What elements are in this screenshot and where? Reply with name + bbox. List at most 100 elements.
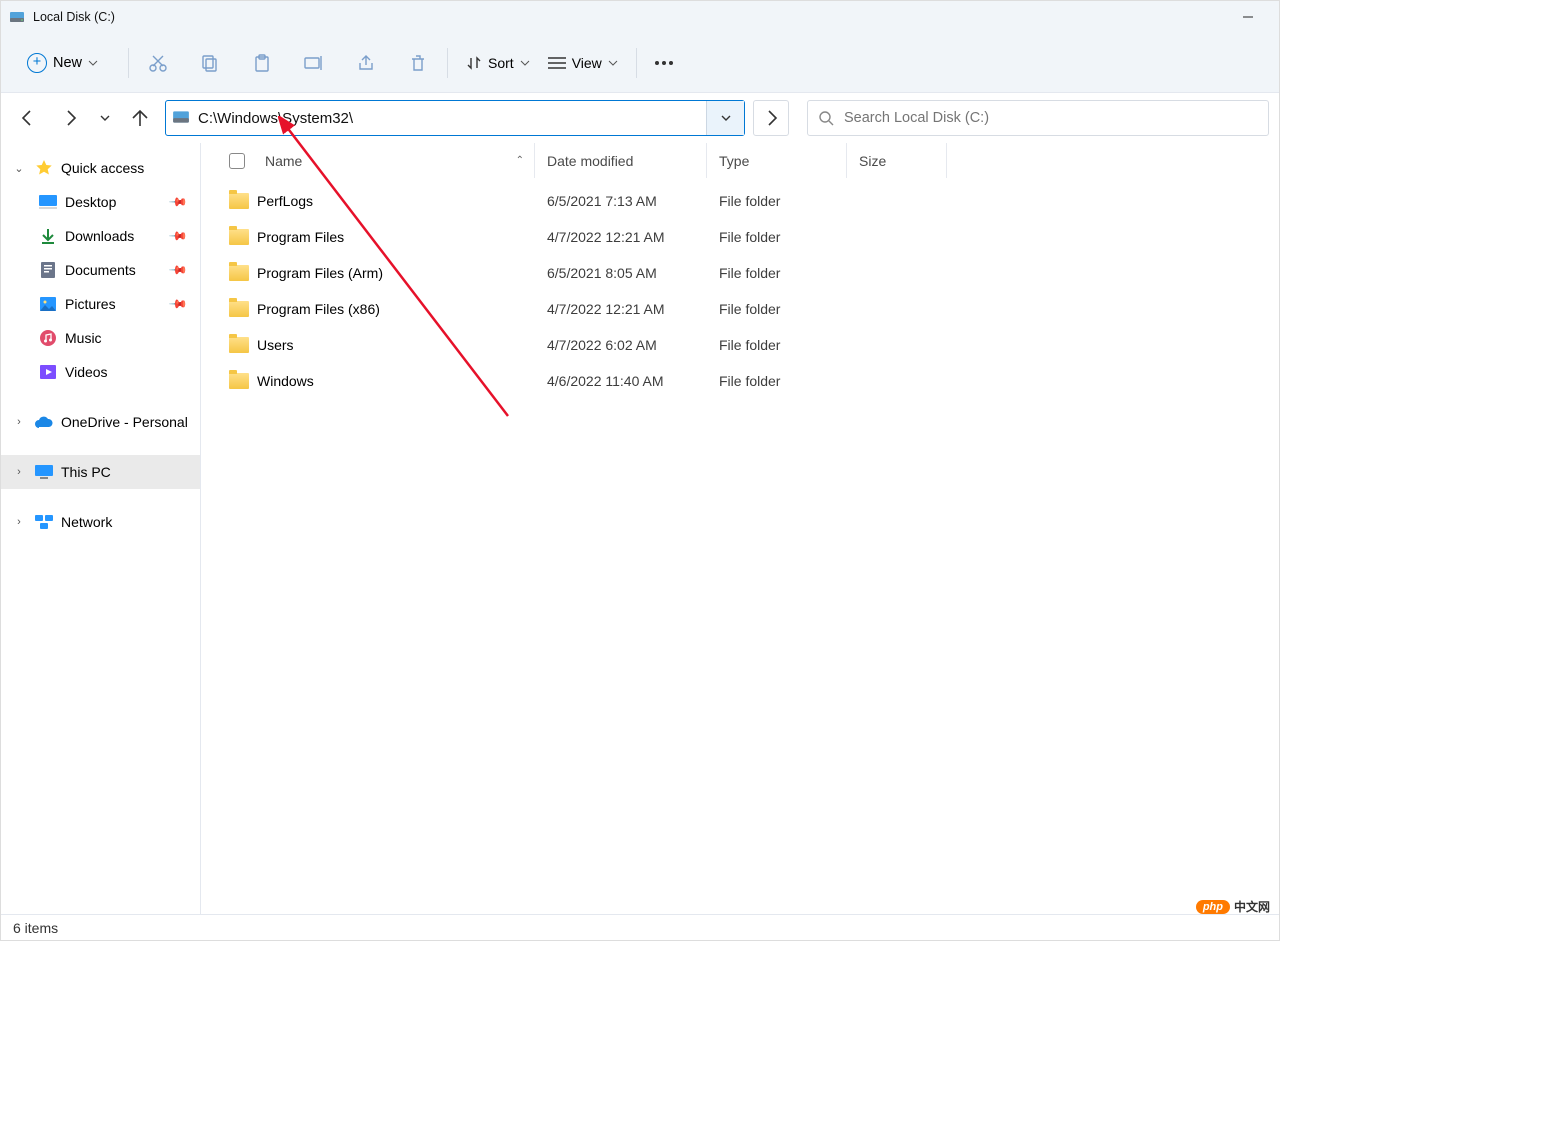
view-label: View bbox=[572, 55, 602, 71]
sidebar: ⌄ Quick access Desktop 📌 Downloads 📌 Doc… bbox=[1, 143, 201, 914]
sort-button[interactable]: Sort bbox=[466, 55, 530, 71]
view-button[interactable]: View bbox=[548, 55, 618, 71]
file-row[interactable]: Windows 4/6/2022 11:40 AM File folder bbox=[201, 363, 1279, 399]
file-row[interactable]: PerfLogs 6/5/2021 7:13 AM File folder bbox=[201, 183, 1279, 219]
go-button[interactable] bbox=[753, 100, 789, 136]
sidebar-item-videos[interactable]: Videos bbox=[1, 355, 200, 389]
file-name: PerfLogs bbox=[257, 193, 313, 209]
forward-button[interactable] bbox=[53, 101, 87, 135]
chevron-right-icon: › bbox=[11, 466, 27, 478]
search-icon bbox=[818, 110, 834, 126]
file-date: 6/5/2021 8:05 AM bbox=[535, 265, 707, 281]
toolbar-icons bbox=[147, 52, 429, 74]
sort-asc-icon: ⌃ bbox=[516, 155, 524, 166]
sidebar-item-label: OneDrive - Personal bbox=[61, 414, 188, 430]
file-type: File folder bbox=[707, 373, 847, 389]
title-bar[interactable]: Local Disk (C:) bbox=[1, 1, 1279, 33]
sidebar-item-label: Videos bbox=[65, 364, 108, 380]
folder-icon bbox=[229, 301, 249, 317]
sidebar-item-label: Network bbox=[61, 514, 112, 530]
pin-icon: 📌 bbox=[168, 226, 188, 246]
cloud-icon bbox=[35, 413, 53, 431]
chevron-down-icon bbox=[88, 58, 98, 68]
sidebar-item-this-pc[interactable]: › This PC bbox=[1, 455, 200, 489]
file-type: File folder bbox=[707, 193, 847, 209]
column-size[interactable]: Size bbox=[847, 143, 947, 178]
pc-icon bbox=[35, 463, 53, 481]
column-headers: Name ⌃ Date modified Type Size bbox=[201, 143, 1279, 179]
folder-icon bbox=[229, 337, 249, 353]
folder-icon bbox=[229, 193, 249, 209]
address-bar[interactable]: C:\Windows\System32\ bbox=[165, 100, 745, 136]
status-bar: 6 items bbox=[1, 914, 1279, 940]
file-date: 4/7/2022 12:21 AM bbox=[535, 229, 707, 245]
pin-icon: 📌 bbox=[168, 294, 188, 314]
separator bbox=[128, 48, 129, 78]
new-label: New bbox=[53, 55, 82, 71]
sidebar-item-quick-access[interactable]: ⌄ Quick access bbox=[1, 151, 200, 185]
column-name[interactable]: Name ⌃ bbox=[229, 143, 535, 178]
toolbar: + New Sort View bbox=[1, 33, 1279, 93]
folder-icon bbox=[229, 265, 249, 281]
sidebar-item-downloads[interactable]: Downloads 📌 bbox=[1, 219, 200, 253]
rename-icon[interactable] bbox=[303, 52, 325, 74]
file-row[interactable]: Program Files 4/7/2022 12:21 AM File fol… bbox=[201, 219, 1279, 255]
up-button[interactable] bbox=[123, 101, 157, 135]
file-name: Windows bbox=[257, 373, 314, 389]
star-icon bbox=[35, 159, 53, 177]
file-date: 4/7/2022 6:02 AM bbox=[535, 337, 707, 353]
view-icon bbox=[548, 56, 566, 70]
copy-icon[interactable] bbox=[199, 52, 221, 74]
sidebar-item-label: This PC bbox=[61, 464, 111, 480]
column-date[interactable]: Date modified bbox=[535, 143, 707, 178]
window-controls bbox=[1225, 1, 1271, 33]
file-list: PerfLogs 6/5/2021 7:13 AM File folder Pr… bbox=[201, 179, 1279, 914]
file-name: Program Files (x86) bbox=[257, 301, 380, 317]
search-input[interactable] bbox=[844, 110, 1258, 126]
column-label: Type bbox=[719, 153, 749, 169]
separator bbox=[636, 48, 637, 78]
cut-icon[interactable] bbox=[147, 52, 169, 74]
select-all-checkbox[interactable] bbox=[229, 153, 245, 169]
chevron-down-icon bbox=[608, 58, 618, 68]
file-date: 4/7/2022 12:21 AM bbox=[535, 301, 707, 317]
address-text: C:\Windows\System32\ bbox=[198, 110, 706, 127]
delete-icon[interactable] bbox=[407, 52, 429, 74]
sidebar-item-music[interactable]: Music bbox=[1, 321, 200, 355]
folder-icon bbox=[229, 229, 249, 245]
sidebar-item-documents[interactable]: Documents 📌 bbox=[1, 253, 200, 287]
folder-icon bbox=[229, 373, 249, 389]
share-icon[interactable] bbox=[355, 52, 377, 74]
file-row[interactable]: Program Files (x86) 4/7/2022 12:21 AM Fi… bbox=[201, 291, 1279, 327]
chevron-right-icon: › bbox=[11, 416, 27, 428]
column-label: Date modified bbox=[547, 153, 633, 169]
sort-label: Sort bbox=[488, 55, 514, 71]
more-button[interactable] bbox=[655, 61, 673, 65]
sidebar-item-pictures[interactable]: Pictures 📌 bbox=[1, 287, 200, 321]
file-type: File folder bbox=[707, 229, 847, 245]
network-icon bbox=[35, 513, 53, 531]
column-type[interactable]: Type bbox=[707, 143, 847, 178]
paste-icon[interactable] bbox=[251, 52, 273, 74]
file-row[interactable]: Program Files (Arm) 6/5/2021 8:05 AM Fil… bbox=[201, 255, 1279, 291]
chevron-down-icon: ⌄ bbox=[11, 162, 27, 175]
sidebar-item-label: Downloads bbox=[65, 228, 134, 244]
file-row[interactable]: Users 4/7/2022 6:02 AM File folder bbox=[201, 327, 1279, 363]
file-name: Program Files (Arm) bbox=[257, 265, 383, 281]
new-button[interactable]: + New bbox=[15, 47, 110, 79]
sidebar-item-label: Music bbox=[65, 330, 102, 346]
pin-icon: 📌 bbox=[168, 192, 188, 212]
file-date: 4/6/2022 11:40 AM bbox=[535, 373, 707, 389]
recent-button[interactable] bbox=[95, 101, 115, 135]
sidebar-item-desktop[interactable]: Desktop 📌 bbox=[1, 185, 200, 219]
address-dropdown[interactable] bbox=[706, 101, 744, 135]
minimize-button[interactable] bbox=[1225, 1, 1271, 33]
back-button[interactable] bbox=[11, 101, 45, 135]
sidebar-item-label: Desktop bbox=[65, 194, 116, 210]
drive-icon bbox=[172, 108, 192, 128]
search-box[interactable] bbox=[807, 100, 1269, 136]
chevron-right-icon: › bbox=[11, 516, 27, 528]
window-title: Local Disk (C:) bbox=[33, 10, 115, 24]
sidebar-item-network[interactable]: › Network bbox=[1, 505, 200, 539]
sidebar-item-onedrive[interactable]: › OneDrive - Personal bbox=[1, 405, 200, 439]
